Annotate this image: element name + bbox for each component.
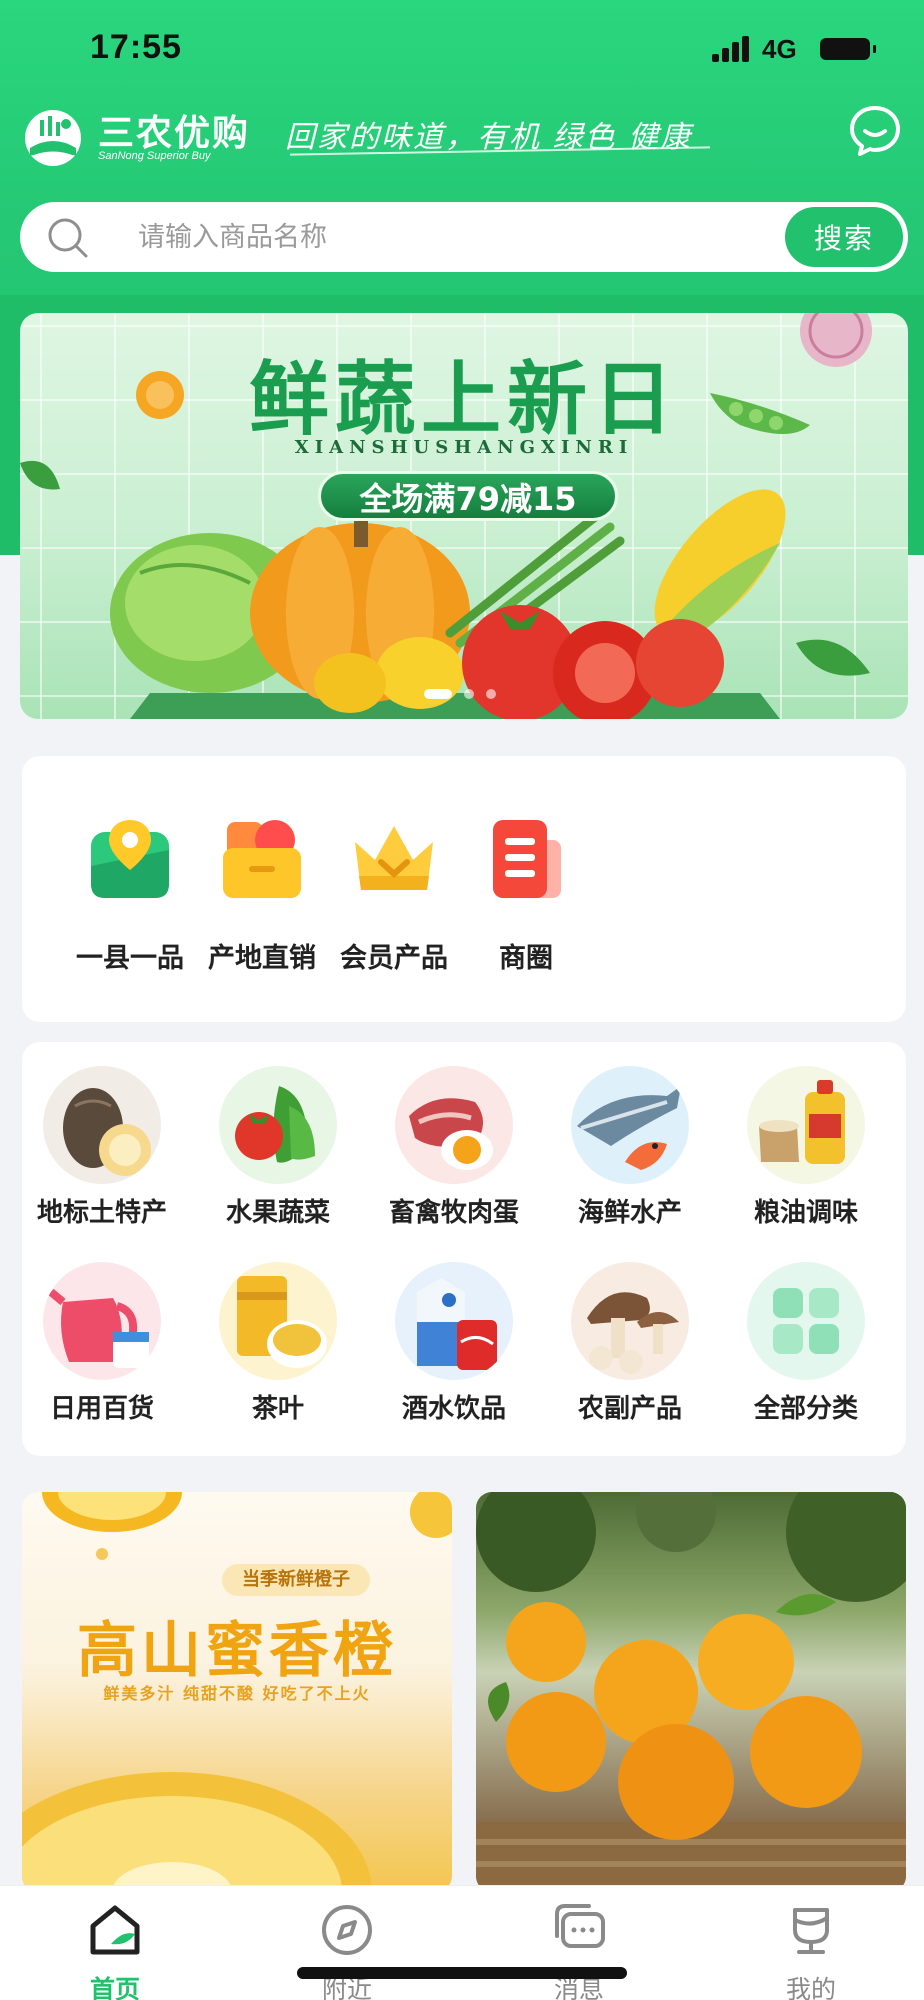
quick-entry-origin-direct-sales[interactable]: 产地直销 [192,816,332,996]
network-label: 4G [762,34,797,64]
basket-icon [223,820,301,898]
category-all-categories[interactable]: 全部分类 [726,1262,886,1452]
category-label: 酒水饮品 [401,1394,506,1424]
category-label: 畜禽牧肉蛋 [388,1198,519,1228]
tab-nearby[interactable]: 附近 [287,1900,407,2000]
home-indicator [297,1967,627,1979]
quick-entry-member-products[interactable]: 会员产品 [324,816,464,996]
home-icon [90,1905,140,1955]
map-pin-icon [91,820,169,898]
quick-entry-business-circle[interactable]: 商圈 [456,816,596,996]
mushroom-icon [571,1262,689,1380]
oranges-basket-image [476,1492,906,1892]
crown-icon [355,826,433,890]
vegetables-icon [219,1066,337,1184]
seafood-icon [571,1066,689,1184]
all-categories-icon [747,1262,865,1380]
category-label: 水果蔬菜 [225,1198,330,1228]
category-label: 农副产品 [577,1394,682,1424]
category-daily-goods[interactable]: 日用百货 [22,1262,182,1452]
search-bar: 搜索 [20,202,908,272]
document-icon [493,820,561,898]
tab-label: 我的 [785,1975,836,2000]
battery-icon [820,38,876,60]
category-label: 茶叶 [251,1394,304,1424]
message-icon[interactable] [848,104,902,158]
category-label: 粮油调味 [753,1198,858,1228]
quick-entry-label: 商圈 [499,943,553,974]
promo-tile-orange-ad[interactable]: 当季新鲜橙子 高山蜜香橙 鲜美多汁 纯甜不酸 好吃了不上火 [22,1492,452,1892]
bottom-tab-bar: 首页 附近 消息 我的 [0,1885,924,2000]
compass-icon [322,1905,372,1955]
profile-icon [793,1908,829,1954]
banner-subtitle: XIANSHUSHANGXINRI [294,437,634,458]
category-grain-oil-seasoning[interactable]: 粮油调味 [726,1066,886,1256]
category-drinks[interactable]: 酒水饮品 [374,1262,534,1452]
logo-icon [25,110,81,166]
signal-icon [712,36,752,62]
category-local-specialties[interactable]: 地标土特产 [22,1066,182,1256]
category-label: 全部分类 [753,1394,858,1424]
tab-home[interactable]: 首页 [55,1900,175,2000]
category-meat-poultry-eggs[interactable]: 畜禽牧肉蛋 [374,1066,534,1256]
category-tea[interactable]: 茶叶 [198,1262,358,1452]
banner-title: 鲜蔬上新日 [249,352,679,446]
grain-oil-icon [747,1066,865,1184]
quick-entry-one-county-one-product[interactable]: 一县一品 [60,816,200,996]
tab-profile[interactable]: 我的 [751,1900,871,2000]
quick-entry-label: 产地直销 [208,943,316,974]
kettle-icon [43,1262,161,1380]
category-grid: 地标土特产 水果蔬菜 畜禽牧肉蛋 海鲜水产 粮油调味 日用百货 茶叶 酒水饮品 … [22,1042,906,1456]
brand-subtitle: SanNong Superior Buy [98,150,211,162]
tab-label: 首页 [89,1975,140,2000]
promo-tile-orange-photo[interactable] [476,1492,906,1892]
promo-tag: 当季新鲜橙子 [222,1564,370,1596]
category-label: 地标土特产 [36,1198,167,1228]
quick-entry-label: 一县一品 [76,943,184,974]
banner-dot-active[interactable] [424,689,452,699]
promo-description: 鲜美多汁 纯甜不酸 好吃了不上火 [103,1684,371,1703]
taro-icon [43,1066,161,1184]
category-agricultural-byproducts[interactable]: 农副产品 [550,1262,710,1452]
search-input[interactable] [138,214,698,260]
banner-dot[interactable] [486,689,496,699]
meat-egg-icon [395,1066,513,1184]
search-button[interactable]: 搜索 [785,207,903,267]
brand-logo: 三农优购 SanNong Superior Buy [20,100,260,170]
status-time: 17:55 [90,28,182,66]
tab-messages[interactable]: 消息 [519,1900,639,2000]
banner-dots[interactable] [424,689,524,701]
status-bar: 17:55 4G [0,0,924,100]
quick-entry-panel: 一县一品 产地直销 会员产品 商圈 [22,756,906,1022]
tea-icon [219,1262,337,1380]
category-label: 海鲜水产 [577,1198,682,1228]
search-icon [48,218,88,258]
quick-entry-label: 会员产品 [340,943,448,974]
chat-icon [555,1904,605,1948]
banner-dot[interactable] [464,689,474,699]
category-seafood[interactable]: 海鲜水产 [550,1066,710,1256]
promo-title: 高山蜜香橙 [77,1616,397,1686]
banner-promo-badge: 全场满79减15 [318,471,618,521]
drinks-icon [395,1262,513,1380]
category-label: 日用百货 [49,1394,154,1424]
category-fruits-vegetables[interactable]: 水果蔬菜 [198,1066,358,1256]
banner-carousel[interactable]: 鲜蔬上新日 XIANSHUSHANGXINRI 全场满79减15 [20,313,908,719]
brand-name: 三农优购 [98,113,251,154]
